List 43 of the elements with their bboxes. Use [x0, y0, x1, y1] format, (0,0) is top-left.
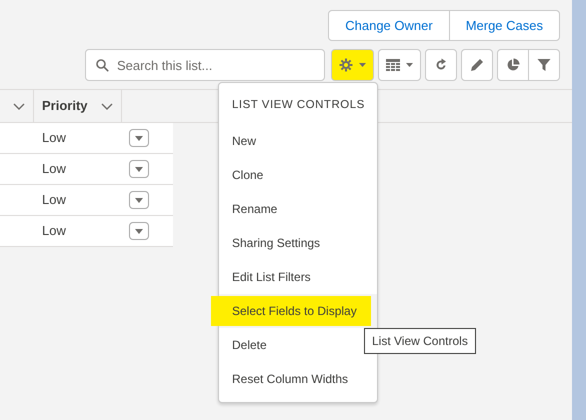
row-actions-button[interactable]: [129, 222, 149, 240]
caret-icon: [135, 136, 143, 140]
refresh-button[interactable]: [425, 49, 457, 81]
chevron-down-icon: [101, 102, 113, 110]
caret-icon: [135, 198, 143, 202]
search-icon: [96, 59, 109, 72]
menu-item[interactable]: Select Fields to Display: [211, 296, 371, 326]
table-cell-text: Low: [42, 129, 67, 148]
caret-icon: [359, 63, 366, 67]
caret-icon: [135, 228, 143, 234]
column-header[interactable]: Priority: [42, 96, 88, 116]
tooltip: List View Controls: [364, 328, 476, 354]
search-field[interactable]: Search this list...: [85, 49, 325, 81]
menu-item[interactable]: Edit List Filters: [232, 268, 311, 286]
menu-title: LIST VIEW CONTROLS: [231, 98, 366, 113]
header-action-button[interactable]: Merge Cases: [448, 10, 560, 41]
menu-item[interactable]: Sharing Settings: [232, 234, 320, 252]
menu-item[interactable]: Rename: [232, 200, 278, 218]
row-actions-button[interactable]: [129, 191, 149, 209]
menu-item[interactable]: Clone: [232, 166, 264, 184]
header-action-button[interactable]: Change Owner: [328, 10, 450, 41]
settings-button[interactable]: [331, 49, 374, 81]
menu-item[interactable]: Delete: [232, 336, 267, 354]
table-cell-text: Low: [42, 191, 67, 210]
chevron-down-icon: [13, 102, 25, 110]
refresh-icon: [434, 58, 448, 72]
menu-item[interactable]: New: [232, 132, 256, 150]
pencil-icon: [470, 58, 484, 72]
chart-button[interactable]: [497, 49, 529, 81]
caret-icon: [135, 166, 143, 172]
pie-chart-icon: [506, 58, 520, 72]
filter-icon: [537, 58, 551, 72]
row-actions-button[interactable]: [129, 129, 149, 147]
caret-icon: [406, 63, 413, 67]
table-cell-text: Low: [42, 222, 67, 240]
table-icon: [386, 58, 400, 72]
table-button[interactable]: [378, 49, 421, 81]
filter-button[interactable]: [528, 49, 560, 81]
edit-button[interactable]: [461, 49, 493, 81]
table-cell-text: Low: [42, 160, 67, 178]
row-actions-button[interactable]: [129, 160, 149, 178]
gear-icon: [339, 58, 353, 72]
menu-item[interactable]: Reset Column Widths: [232, 370, 348, 388]
